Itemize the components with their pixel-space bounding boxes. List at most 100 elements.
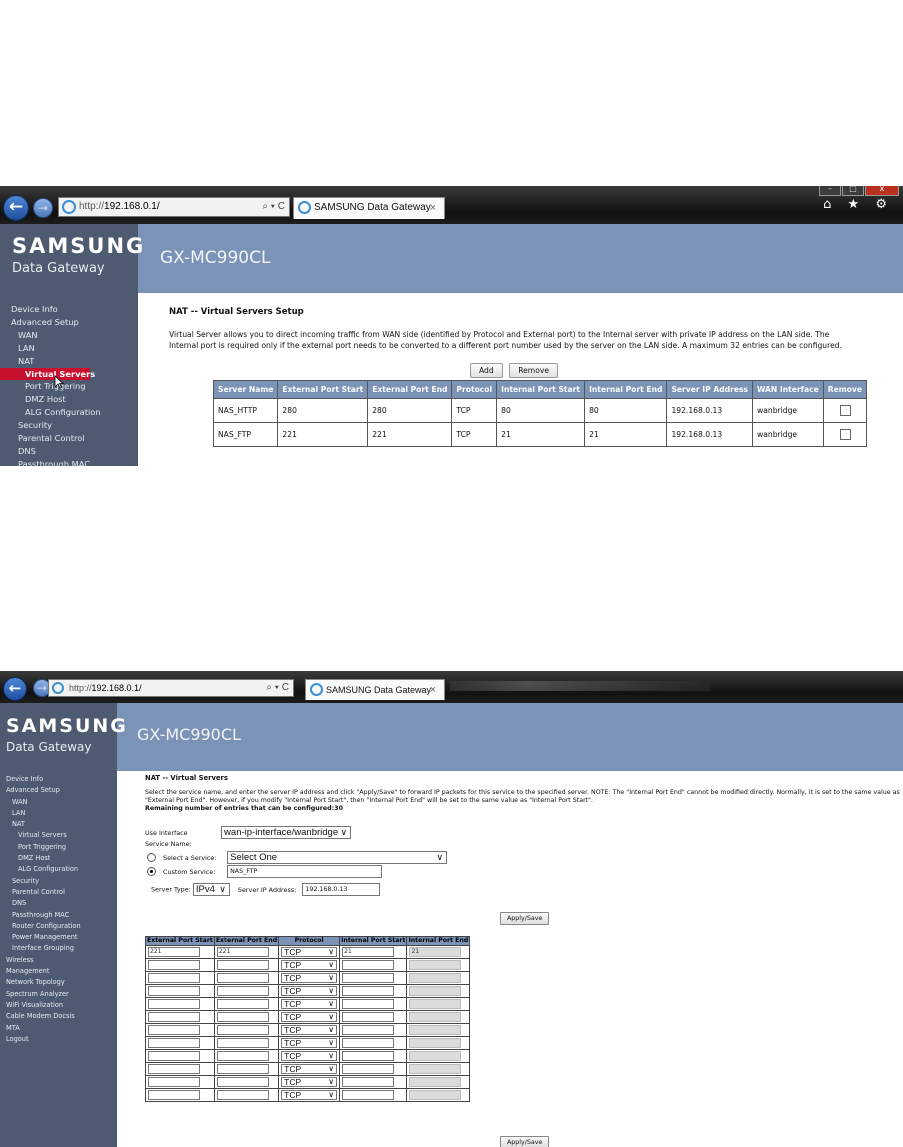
int-port-start-input[interactable]: [342, 973, 395, 983]
int-port-start-input[interactable]: [342, 999, 395, 1009]
address-bar[interactable]: http://192.168.0.1/ ⌕ ▾ C: [58, 197, 290, 217]
remove-checkbox[interactable]: [839, 429, 851, 440]
select-service-radio[interactable]: [147, 853, 156, 862]
custom-service-radio[interactable]: [147, 867, 156, 876]
int-port-start-input[interactable]: [342, 1051, 395, 1061]
int-port-start-input[interactable]: [342, 1077, 395, 1087]
sidebar-item-security[interactable]: Security: [0, 876, 117, 887]
apply-save-button[interactable]: Apply/Save: [500, 1136, 550, 1147]
close-window-button[interactable]: x: [865, 186, 899, 196]
search-refresh-icon[interactable]: ⌕ ▾ C: [262, 198, 285, 216]
select-service-dropdown[interactable]: Select One: [227, 851, 448, 864]
sidebar-item-spectrum-analyzer[interactable]: Spectrum Analyzer: [0, 989, 117, 1000]
ext-port-end-input[interactable]: 221: [216, 947, 269, 957]
int-port-start-input[interactable]: [342, 1090, 395, 1100]
sidebar-item-passthrough-mac[interactable]: Passthrough MAC: [0, 458, 138, 466]
ext-port-start-input[interactable]: [148, 1012, 200, 1022]
ext-port-start-input[interactable]: [148, 1090, 200, 1100]
use-interface-select[interactable]: wan-ip-interface/wanbridge: [221, 826, 352, 839]
sidebar-item-wifi-visualization[interactable]: WiFi Visualization: [0, 1000, 117, 1011]
forward-arrow-icon[interactable]: →: [33, 198, 53, 218]
protocol-select[interactable]: TCP: [281, 1012, 338, 1022]
sidebar-item-network-topology[interactable]: Network Topology: [0, 977, 117, 988]
sidebar-item-nat[interactable]: NAT: [0, 355, 138, 368]
sidebar-item-parental-control[interactable]: Parental Control: [0, 432, 138, 445]
ext-port-start-input[interactable]: [148, 1064, 200, 1074]
ext-port-start-input[interactable]: [148, 973, 200, 983]
address-bar[interactable]: http://192.168.0.1/ ⌕ ▾ C: [48, 679, 294, 697]
sidebar-item-logout[interactable]: Logout: [0, 1034, 117, 1045]
int-port-start-input[interactable]: 21: [342, 947, 395, 957]
maximize-button[interactable]: □: [842, 186, 864, 196]
remove-button[interactable]: Remove: [509, 363, 559, 378]
ext-port-end-input[interactable]: [216, 1077, 269, 1087]
ext-port-start-input[interactable]: [148, 1077, 200, 1087]
minimize-button[interactable]: –: [819, 186, 841, 196]
custom-service-input[interactable]: NAS_FTP: [227, 865, 383, 878]
server-ip-input[interactable]: 192.168.0.13: [302, 883, 381, 896]
ext-port-end-input[interactable]: [216, 973, 269, 983]
sidebar-item-lan[interactable]: LAN: [0, 808, 117, 819]
sidebar-item-wan[interactable]: WAN: [0, 797, 117, 808]
int-port-start-input[interactable]: [342, 1038, 395, 1048]
remove-checkbox[interactable]: [839, 405, 851, 416]
sidebar-item-nat[interactable]: NAT: [0, 819, 117, 830]
ext-port-end-input[interactable]: [216, 960, 269, 970]
sidebar-item-advanced-setup[interactable]: Advanced Setup: [0, 316, 138, 329]
back-arrow-icon[interactable]: ←: [3, 677, 27, 701]
sidebar-item-wan[interactable]: WAN: [0, 329, 138, 342]
ext-port-end-input[interactable]: [216, 1090, 269, 1100]
sidebar-item-port-triggering[interactable]: Port Triggering: [0, 842, 117, 853]
sidebar-item-cable-modem-docsis[interactable]: Cable Modem Docsis: [0, 1011, 117, 1022]
sidebar-item-port-triggering[interactable]: Port Triggering: [0, 380, 138, 393]
sidebar-item-interface-grouping[interactable]: Interface Grouping: [0, 943, 117, 954]
sidebar-item-alg-configuration[interactable]: ALG Configuration: [0, 864, 117, 875]
ext-port-start-input[interactable]: [148, 1025, 200, 1035]
ext-port-end-input[interactable]: [216, 1025, 269, 1035]
sidebar-item-passthrough-mac[interactable]: Passthrough MAC: [0, 910, 117, 921]
add-button[interactable]: Add: [469, 363, 503, 378]
ext-port-end-input[interactable]: [216, 1012, 269, 1022]
ext-port-end-input[interactable]: [216, 1051, 269, 1061]
sidebar-item-dmz-host[interactable]: DMZ Host: [0, 393, 138, 406]
ext-port-end-input[interactable]: [216, 1064, 269, 1074]
ext-port-start-input[interactable]: [148, 1038, 200, 1048]
sidebar-item-wireless[interactable]: Wireless: [0, 955, 117, 966]
tab-close-icon[interactable]: ×: [430, 198, 436, 218]
sidebar-item-lan[interactable]: LAN: [0, 342, 138, 355]
home-star-gear-icon[interactable]: ⌂ ★ ⚙: [823, 197, 893, 212]
sidebar-item-dmz-host[interactable]: DMZ Host: [0, 853, 117, 864]
sidebar-item-advanced-setup[interactable]: Advanced Setup: [0, 785, 117, 796]
ext-port-end-input[interactable]: [216, 986, 269, 996]
sidebar-item-virtual-servers[interactable]: Virtual Servers: [0, 830, 117, 841]
protocol-select[interactable]: TCP: [281, 1077, 338, 1087]
back-arrow-icon[interactable]: ←: [3, 195, 29, 221]
protocol-select[interactable]: TCP: [281, 1090, 338, 1100]
sidebar-item-power-management[interactable]: Power Management: [0, 932, 117, 943]
int-port-start-input[interactable]: [342, 1025, 395, 1035]
protocol-select[interactable]: TCP: [281, 986, 338, 996]
sidebar-item-parental-control[interactable]: Parental Control: [0, 887, 117, 898]
protocol-select[interactable]: TCP: [281, 1064, 338, 1074]
protocol-select[interactable]: TCP: [281, 973, 338, 983]
sidebar-item-dns[interactable]: DNS: [0, 898, 117, 909]
sidebar-item-management[interactable]: Management: [0, 966, 117, 977]
ext-port-start-input[interactable]: 221: [148, 947, 200, 957]
ext-port-start-input[interactable]: [148, 986, 200, 996]
int-port-start-input[interactable]: [342, 1012, 395, 1022]
sidebar-item-router-configuration[interactable]: Router Configuration: [0, 921, 117, 932]
sidebar-item-alg-configuration[interactable]: ALG Configuration: [0, 406, 138, 419]
server-type-select[interactable]: IPv4: [192, 883, 230, 896]
browser-tab[interactable]: SAMSUNG Data Gateway ×: [293, 197, 445, 219]
sidebar-item-device-info[interactable]: Device Info: [0, 774, 117, 785]
sidebar-item-device-info[interactable]: Device Info: [0, 303, 138, 316]
ext-port-start-input[interactable]: [148, 960, 200, 970]
ext-port-end-input[interactable]: [216, 1038, 269, 1048]
browser-tab[interactable]: SAMSUNG Data Gateway ×: [305, 679, 445, 700]
sidebar-item-virtual-servers[interactable]: Virtual Servers: [0, 367, 95, 381]
search-refresh-icon[interactable]: ⌕ ▾ C: [266, 680, 289, 696]
protocol-select[interactable]: TCP: [281, 947, 338, 957]
ext-port-start-input[interactable]: [148, 999, 200, 1009]
ext-port-end-input[interactable]: [216, 999, 269, 1009]
protocol-select[interactable]: TCP: [281, 1025, 338, 1035]
